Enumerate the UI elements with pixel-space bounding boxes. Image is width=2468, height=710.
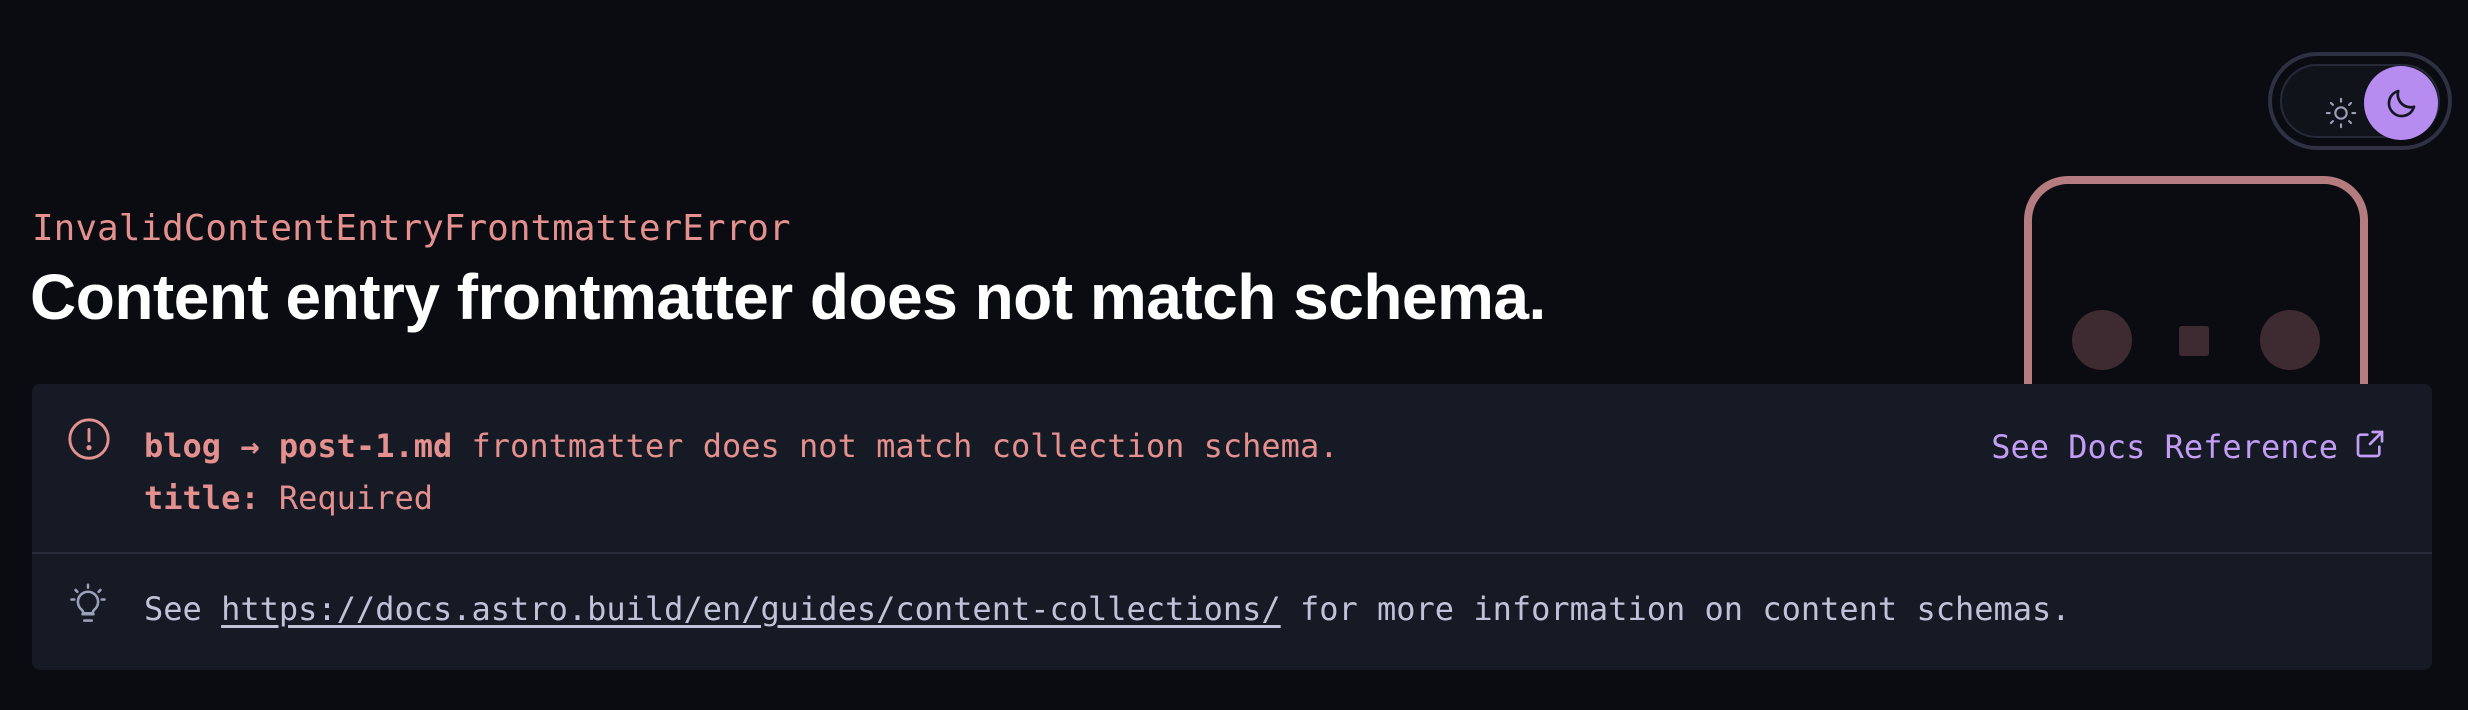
validation-issue-line: title: Required (144, 472, 1338, 524)
astro-mascot-illustration (2024, 176, 2368, 396)
arrow-glyph: → (240, 427, 260, 465)
content-collections-docs-link[interactable]: https://docs.astro.build/en/guides/conte… (221, 590, 1281, 628)
hint-text: See https://docs.astro.build/en/guides/c… (144, 590, 2071, 628)
theme-toggle-knob[interactable] (2364, 66, 2438, 140)
error-message-line: blog → post-1.md frontmatter does not ma… (144, 420, 1338, 472)
see-docs-reference-link[interactable]: See Docs Reference (1991, 428, 2386, 466)
docs-link-label[interactable]: See Docs Reference (1991, 428, 2338, 466)
sun-icon[interactable] (2324, 96, 2358, 130)
theme-toggle-track[interactable] (2280, 64, 2440, 140)
error-message-text: frontmatter does not match collection sc… (452, 427, 1339, 465)
mascot-left-eye (2072, 310, 2132, 370)
error-name: InvalidContentEntryFrontmatterError (32, 208, 791, 249)
lightbulb-icon (70, 583, 106, 622)
panel-divider (32, 552, 2432, 554)
alert-circle-icon (68, 418, 110, 460)
field-name: title: (144, 479, 260, 517)
error-message: blog → post-1.md frontmatter does not ma… (144, 420, 1338, 524)
mascot-right-eye (2260, 310, 2320, 370)
collection-name: blog (144, 427, 222, 465)
error-overlay-page: InvalidContentEntryFrontmatterError Cont… (0, 0, 2468, 710)
hint-prefix: See (144, 590, 222, 628)
error-panel: blog → post-1.md frontmatter does not ma… (32, 384, 2432, 670)
error-title: Content entry frontmatter does not match… (30, 261, 1546, 333)
moon-icon (2387, 89, 2416, 118)
entry-file-name: post-1.md (278, 427, 453, 465)
field-error: Required (259, 479, 433, 517)
external-link-icon[interactable] (2354, 428, 2386, 460)
hint-suffix: for more information on content schemas. (1280, 590, 2071, 628)
theme-toggle[interactable] (2268, 52, 2452, 150)
mascot-mouth (2179, 326, 2209, 356)
